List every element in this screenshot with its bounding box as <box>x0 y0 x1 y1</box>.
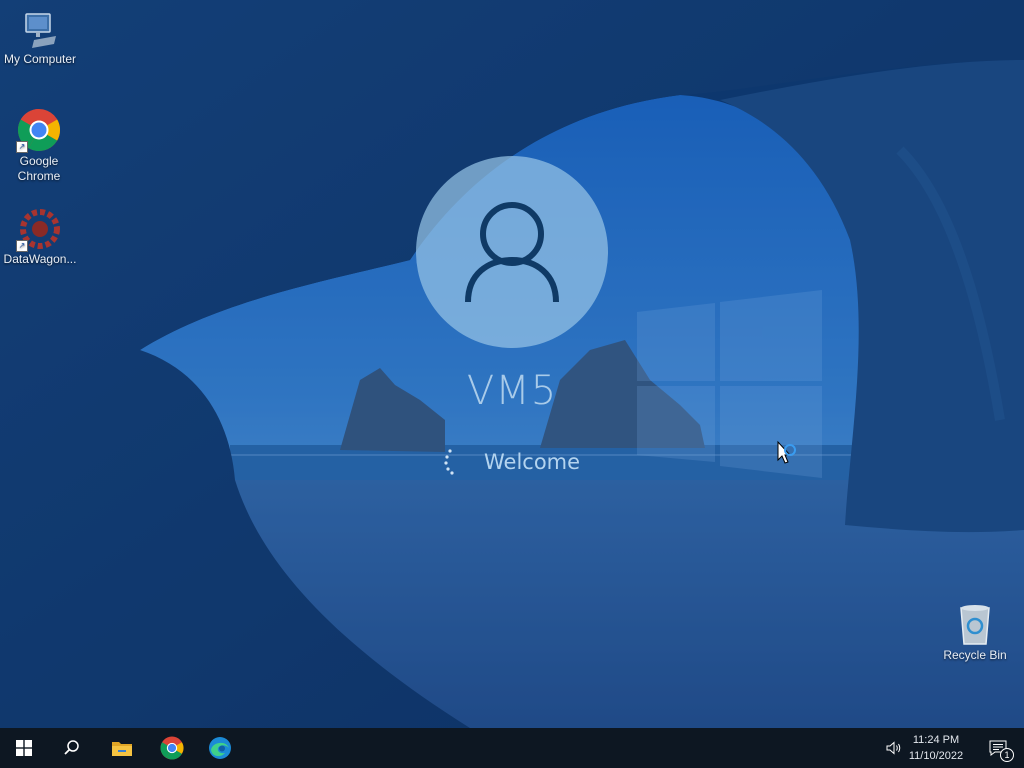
shortcut-arrow-icon: ↗ <box>16 240 28 252</box>
taskbar-microsoft-edge[interactable] <box>196 728 244 768</box>
loading-spinner-icon <box>444 449 454 475</box>
desktop-icon-google-chrome[interactable]: ↗ Google Chrome <box>0 108 78 184</box>
taskbar-file-explorer[interactable] <box>98 728 146 768</box>
clock-time: 11:24 PM <box>912 734 960 746</box>
taskbar: 11:24 PM 11/10/2022 1 <box>0 728 1024 768</box>
recycle-bin-icon <box>960 605 990 645</box>
desktop-icon-my-computer[interactable]: My Computer <box>0 10 80 67</box>
desktop-icon-label: DataWagon... <box>3 252 77 266</box>
action-center-button[interactable]: 1 <box>978 728 1018 768</box>
chrome-icon <box>160 736 184 760</box>
login-overlay <box>0 0 1024 728</box>
desktop-icon-label: Recycle Bin <box>943 648 1007 662</box>
user-avatar <box>416 156 608 348</box>
shortcut-arrow-icon: ↗ <box>16 141 28 153</box>
welcome-text: Welcome <box>484 450 581 474</box>
desktop-icon-label: My Computer <box>3 52 77 66</box>
welcome-status: Welcome <box>440 447 590 477</box>
desktop-icon-datawagon[interactable]: ↗ DataWagon... <box>0 208 80 267</box>
monitor-icon <box>25 13 56 48</box>
busy-pointer-icon <box>777 440 796 464</box>
clock-date: 11/10/2022 <box>908 750 964 762</box>
search-button[interactable] <box>48 728 96 768</box>
user-silhouette-icon <box>465 202 559 303</box>
edge-icon <box>209 737 231 759</box>
desktop-icon-recycle-bin[interactable]: Recycle Bin <box>935 602 1015 663</box>
start-button[interactable] <box>0 728 48 768</box>
windows-logo-icon <box>16 740 32 756</box>
taskbar-google-chrome[interactable] <box>148 728 196 768</box>
notification-count-badge: 1 <box>1000 748 1014 762</box>
username-label: VM5 <box>466 368 558 414</box>
taskbar-clock[interactable]: 11:24 PM 11/10/2022 <box>896 732 976 764</box>
desktop-icon-label: Google Chrome <box>17 154 61 183</box>
folder-icon <box>112 742 132 756</box>
search-icon <box>64 740 79 755</box>
